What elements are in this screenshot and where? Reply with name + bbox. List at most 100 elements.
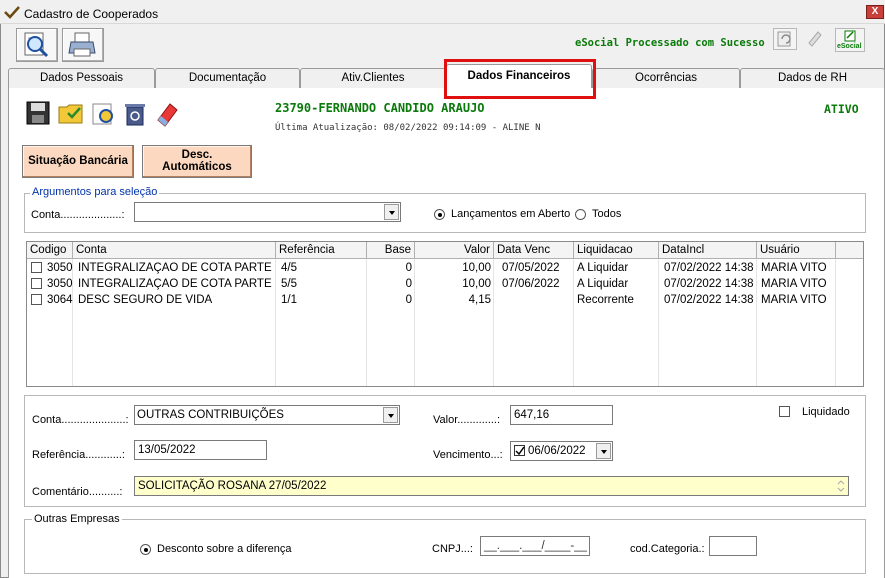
row-checkbox[interactable] (31, 262, 42, 273)
bank-status-button[interactable]: Situação Bancária (22, 145, 134, 178)
tab-ocorrencias[interactable]: Ocorrências (592, 68, 740, 88)
form-valor-label: Valor.............: (433, 414, 501, 426)
esocial-send-button[interactable] (773, 28, 797, 50)
chevron-down-icon[interactable] (383, 407, 398, 423)
record-title: 23790-FERNANDO CANDIDO ARAUJO (275, 101, 485, 115)
tab-documentacao[interactable]: Documentação (155, 68, 300, 88)
cell-codigo: 3050 (47, 262, 73, 274)
table-row[interactable]: 3064 DESC SEGURO DE VIDA 1/1 0 4,15 Reco… (27, 292, 863, 308)
delete-trash-icon[interactable] (120, 98, 150, 128)
entries-grid[interactable]: Codigo Conta Referência Base Valor Data … (26, 241, 864, 387)
cell-base: 0 (405, 262, 412, 274)
close-button[interactable]: X (866, 5, 884, 19)
cell-valor: 4,15 (468, 294, 491, 306)
search-magnifier-icon (24, 32, 49, 58)
desconto-diferenca-label: Desconto sobre a diferença (157, 543, 292, 555)
form-comentario-label: Comentário..........: (32, 486, 123, 498)
cell-usuario: MARIA VITO (761, 278, 827, 290)
cnpj-label: CNPJ...: (432, 543, 473, 555)
title-bar: Cadastro de Cooperados X (0, 0, 885, 24)
tab-ativ-clientes[interactable]: Ativ.Clientes (300, 68, 446, 88)
auto-discounts-line1: Desc. (181, 149, 213, 161)
comentario-input[interactable]: SOLICITAÇÃO ROSANA 27/05/2022 (134, 476, 849, 496)
col-data-incl[interactable]: DataIncl (659, 242, 757, 259)
tab-dados-rh[interactable]: Dados de RH (740, 68, 885, 88)
save-icon[interactable] (24, 98, 54, 128)
last-update-text: Última Atualização: 08/02/2022 09:14:09 … (275, 123, 541, 133)
print-button[interactable] (62, 28, 104, 62)
cell-liquidacao: A Liquidar (577, 262, 629, 274)
row-checkbox[interactable] (31, 294, 42, 305)
vencimento-checkbox[interactable] (514, 445, 525, 456)
col-valor[interactable]: Valor (415, 242, 494, 259)
form-conta-select[interactable]: OUTRAS CONTRIBUIÇÕES (134, 405, 400, 425)
row-checkbox[interactable] (31, 278, 42, 289)
status-badge: ATIVO (824, 102, 859, 116)
window-title: Cadastro de Cooperados (24, 7, 159, 21)
cod-categoria-input[interactable] (709, 536, 757, 556)
esocial-logo-icon (844, 30, 856, 42)
referencia-input[interactable]: 13/05/2022 (134, 440, 267, 460)
cell-data-venc: 07/05/2022 (502, 262, 560, 274)
cell-conta: DESC SEGURO DE VIDA (78, 294, 213, 306)
cod-categoria-label: cod.Categoria.: (630, 543, 705, 555)
col-liquidacao[interactable]: Liquidacao (574, 242, 659, 259)
cell-data-venc (499, 292, 574, 308)
cell-conta: INTEGRALIZAÇAO DE COTA PARTE (78, 278, 272, 290)
esocial-sign-button[interactable] (804, 28, 828, 50)
grid-header: Codigo Conta Referência Base Valor Data … (27, 242, 863, 259)
cell-valor: 10,00 (462, 278, 491, 290)
col-referencia[interactable]: Referência (276, 242, 367, 259)
liquidado-checkbox[interactable] (779, 406, 790, 417)
outras-empresas-legend: Outras Empresas (32, 513, 122, 525)
cell-referencia: 1/1 (281, 294, 297, 306)
col-usuario[interactable]: Usuário (757, 242, 836, 259)
radio-all-entries[interactable] (575, 209, 586, 220)
radio-all-entries-label: Todos (592, 208, 622, 220)
cell-conta: INTEGRALIZAÇAO DE COTA PARTE (78, 262, 272, 274)
col-data-venc[interactable]: Data Venc (494, 242, 574, 259)
form-conta-value: OUTRAS CONTRIBUIÇÕES (137, 409, 284, 421)
tab-dados-pessoais[interactable]: Dados Pessoais (8, 68, 155, 88)
new-folder-icon[interactable] (56, 98, 86, 128)
eraser-icon[interactable] (152, 98, 182, 128)
edit-search-icon[interactable] (88, 98, 118, 128)
chevron-down-icon[interactable] (596, 443, 611, 459)
document-refresh-icon (777, 31, 791, 47)
radio-open-entries[interactable] (434, 209, 445, 220)
checkmark-icon (515, 446, 525, 456)
radio-desconto-diferenca[interactable] (140, 544, 151, 555)
cnpj-input[interactable]: __.___.___/____-__ (480, 536, 590, 556)
filter-conta-select[interactable] (134, 202, 401, 222)
vencimento-date-picker[interactable]: 06/06/2022 (510, 441, 613, 461)
search-button[interactable] (16, 28, 58, 62)
esocial-badge-label: eSocial (837, 43, 862, 50)
scroll-arrows-icon (837, 480, 845, 492)
filter-legend: Argumentos para seleção (30, 186, 160, 198)
col-base[interactable]: Base (367, 242, 415, 259)
form-conta-label: Conta.....................: (32, 414, 129, 426)
esocial-status-text: eSocial Processado com Sucesso (575, 37, 765, 49)
table-row[interactable]: 3050 INTEGRALIZAÇAO DE COTA PARTE 4/5 0 … (27, 260, 863, 276)
cell-data-incl: 07/02/2022 14:38 (664, 278, 754, 290)
active-tab-highlight (444, 59, 596, 99)
cell-liquidacao: A Liquidar (577, 278, 629, 290)
table-row[interactable]: 3050 INTEGRALIZAÇAO DE COTA PARTE 5/5 0 … (27, 276, 863, 292)
printer-icon (68, 32, 96, 57)
auto-discounts-line2: Automáticos (162, 161, 232, 173)
comentario-scrollbar[interactable] (834, 477, 848, 495)
esocial-badge-button[interactable]: eSocial (835, 28, 865, 52)
valor-input[interactable]: 647,16 (510, 405, 613, 425)
col-conta[interactable]: Conta (73, 242, 276, 259)
col-codigo[interactable]: Codigo (27, 242, 73, 259)
cell-referencia: 4/5 (281, 262, 297, 274)
cell-codigo: 3050 (47, 278, 73, 290)
chevron-down-icon[interactable] (384, 204, 399, 220)
record-actions-toolbar (24, 98, 184, 130)
cell-usuario: MARIA VITO (761, 294, 827, 306)
form-vencimento-label: Vencimento...: (433, 449, 503, 461)
auto-discounts-button[interactable]: Desc. Automáticos (142, 145, 252, 178)
cell-usuario: MARIA VITO (761, 262, 827, 274)
radio-open-entries-label: Lançamentos em Aberto (451, 208, 571, 220)
cell-liquidacao: Recorrente (577, 294, 634, 306)
